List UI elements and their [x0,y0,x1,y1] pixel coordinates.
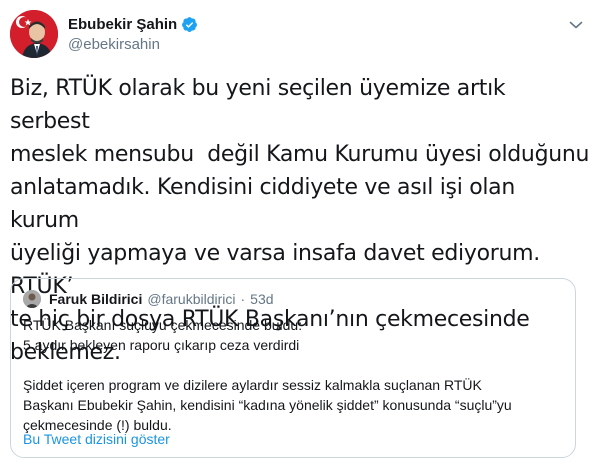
quoted-tweet[interactable]: Faruk Bildirici @farukbildirici · 53d RT… [10,278,576,458]
tweet-card: Ebubekir Şahin @ebekirsahin Biz, RTÜK ol… [0,0,597,469]
quoted-tweet-header: Faruk Bildirici @farukbildirici · 53d [23,290,274,308]
tweet-header: Ebubekir Şahin @ebekirsahin [10,10,587,60]
author-avatar[interactable] [10,10,58,58]
quoted-author-handle[interactable]: @farukbildirici [147,291,235,307]
separator-dot: · [240,291,246,307]
author-display-name[interactable]: Ebubekir Şahin [68,16,177,33]
author-handle[interactable]: @ebekirsahin [68,36,198,53]
quoted-author-name[interactable]: Faruk Bildirici [49,291,142,307]
verified-badge-icon [181,16,198,33]
quoted-line: Şiddet içeren program ve dizilere aylard… [23,377,482,393]
avatar-image [10,10,58,58]
display-name-row: Ebubekir Şahin [68,14,198,34]
quoted-line: 5 aydır bekleyen raporu çıkarıp ceza ver… [23,337,300,353]
quoted-tweet-body: RTÜK Başkanı suçluyu çekmecesinde buldu:… [23,315,563,435]
chevron-down-icon[interactable] [567,16,585,34]
author-info: Ebubekir Şahin @ebekirsahin [68,14,198,53]
quoted-line: Başkanı Ebubekir Şahin, kendisini “kadın… [23,397,512,413]
quoted-author-avatar[interactable] [23,290,41,308]
quoted-tweet-time[interactable]: 53d [250,291,273,307]
quoted-line: RTÜK Başkanı suçluyu çekmecesinde buldu: [23,317,303,333]
show-thread-link[interactable]: Bu Tweet dizisini göster [23,431,170,447]
